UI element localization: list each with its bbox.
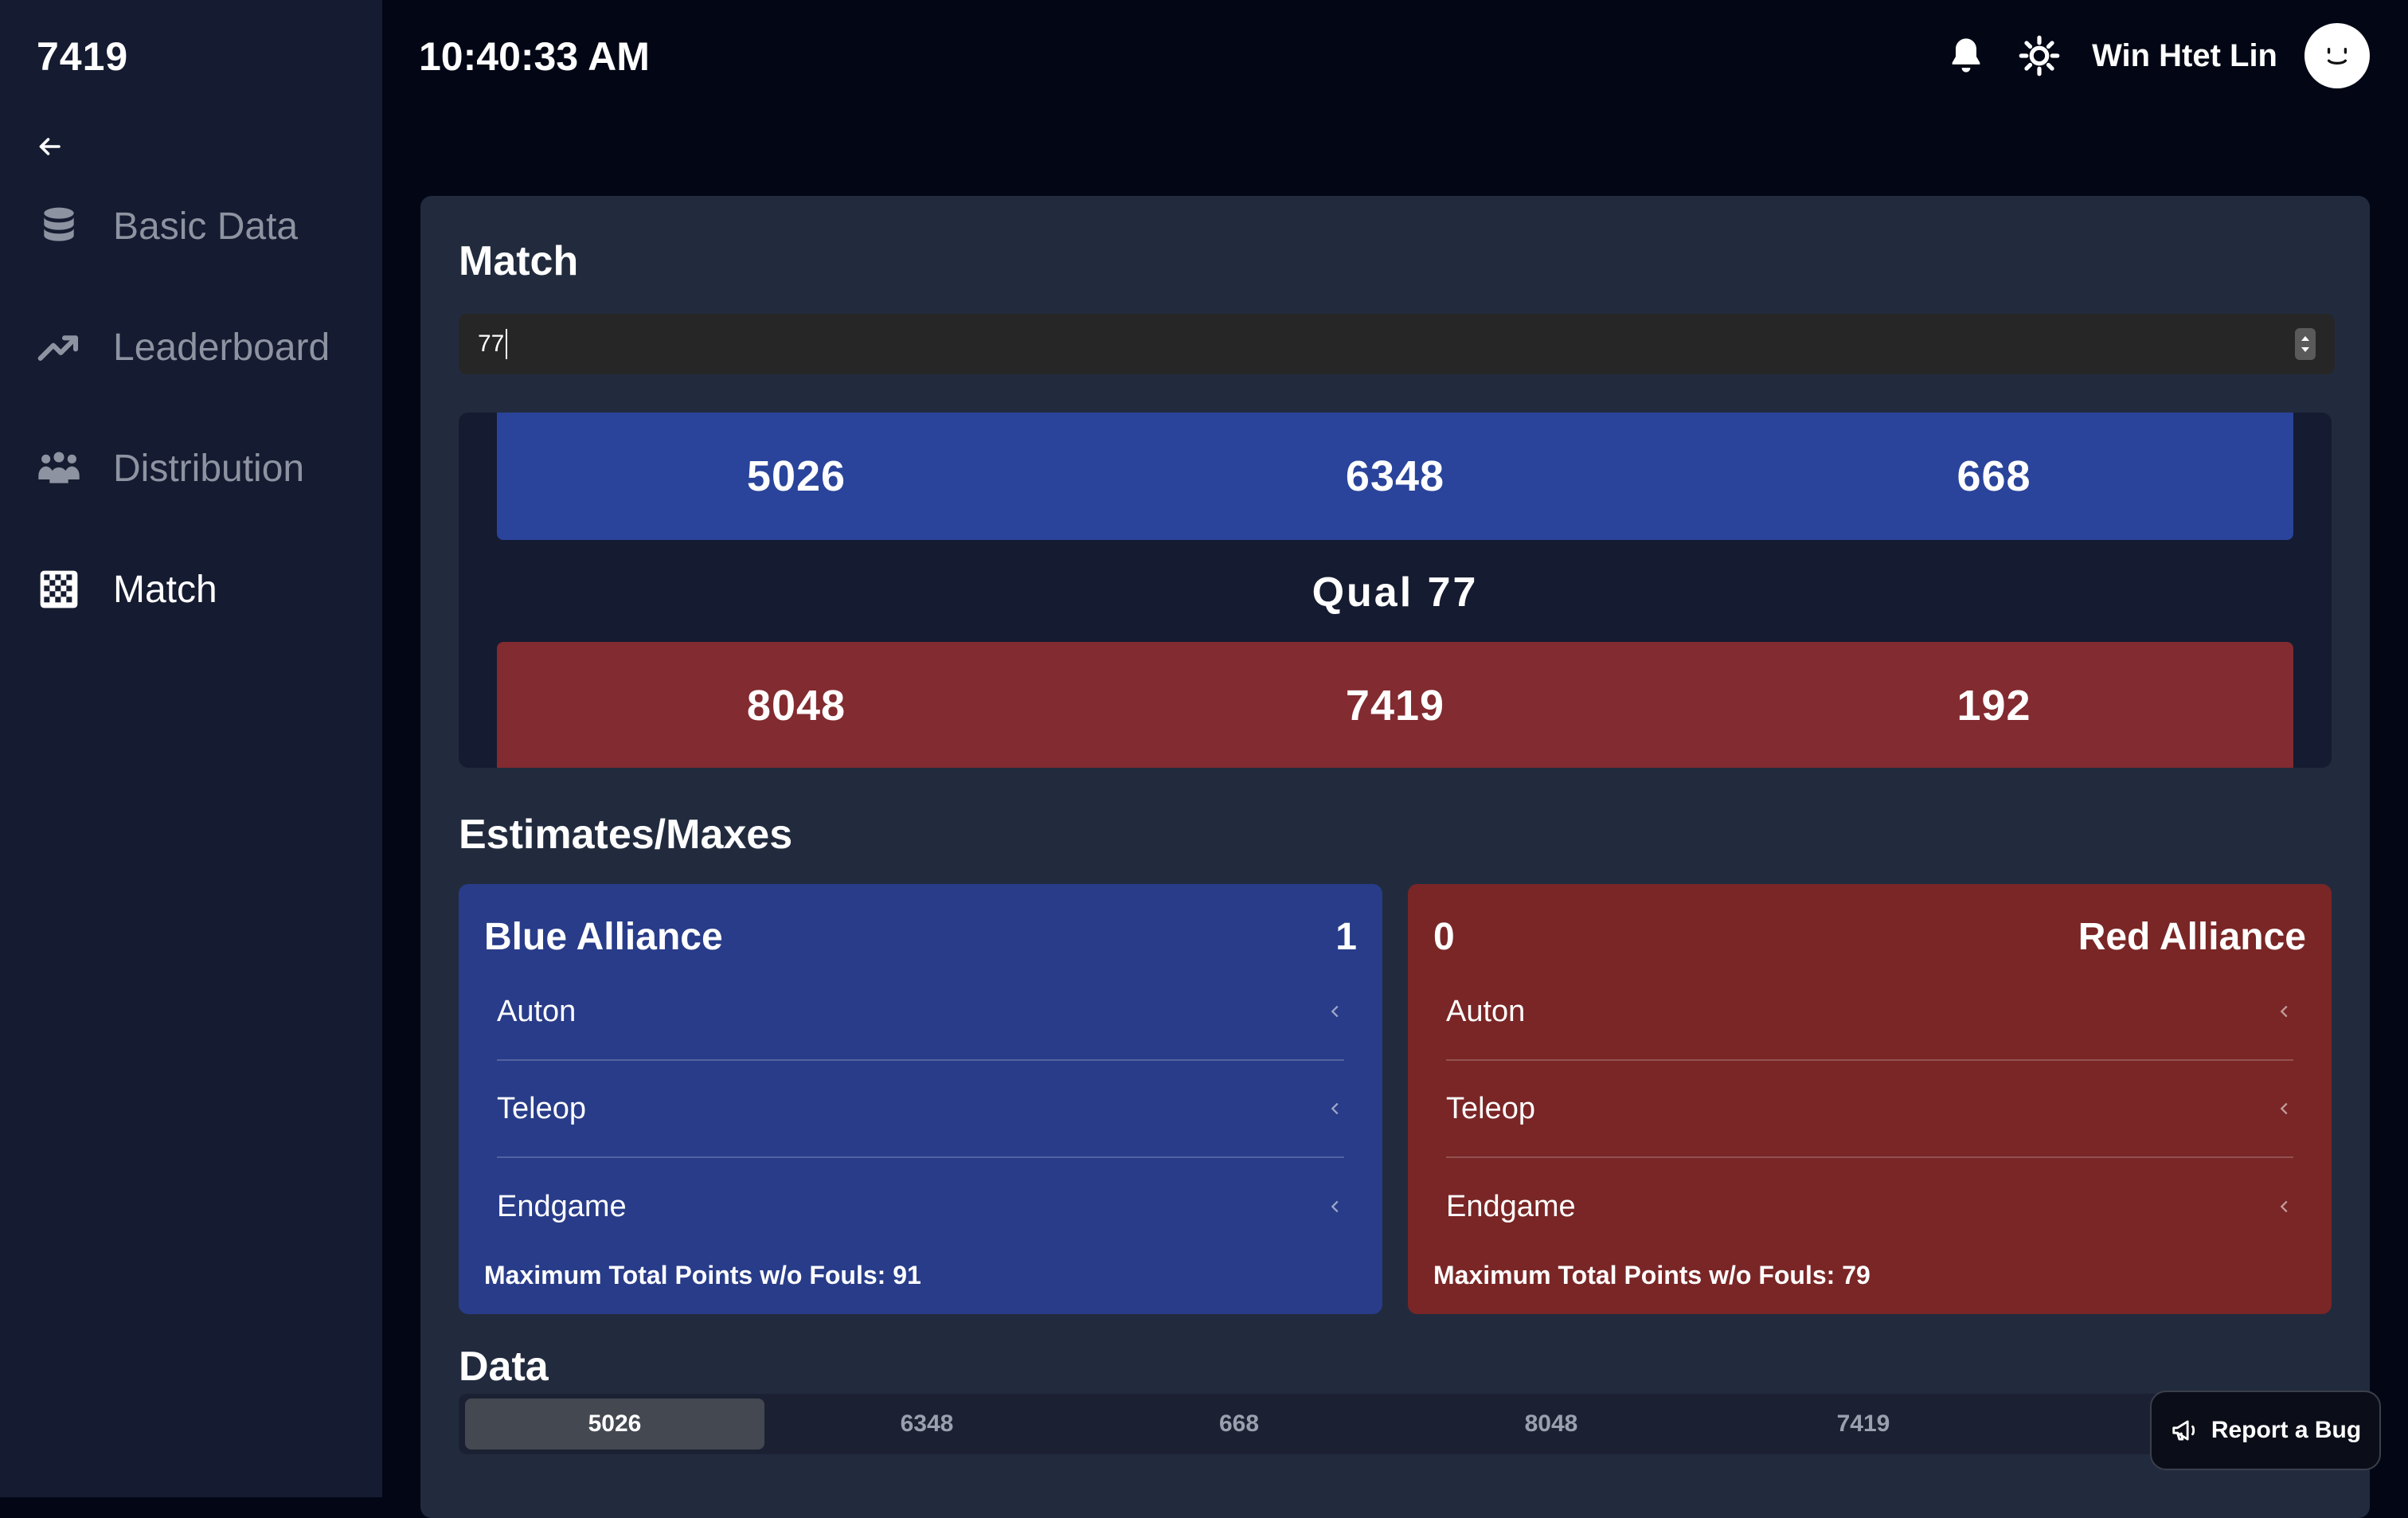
back-arrow-icon[interactable] bbox=[35, 132, 64, 161]
database-icon bbox=[37, 204, 81, 248]
user-name: Win Htet Lin bbox=[2092, 37, 2277, 73]
chevron-left-icon bbox=[2280, 1005, 2288, 1018]
red-alliance-score: 0 bbox=[1433, 915, 1455, 958]
sidebar-item-label: Leaderboard bbox=[113, 326, 330, 369]
red-endgame-accordion[interactable]: Endgame bbox=[1446, 1158, 2293, 1255]
red-alliance-teams: 8048 7419 192 bbox=[497, 642, 2293, 768]
sidebar-item-basic-data[interactable]: Basic Data bbox=[37, 194, 298, 258]
red-alliance-name: Red Alliance bbox=[2078, 915, 2306, 958]
blue-auton-accordion[interactable]: Auton bbox=[497, 964, 1344, 1061]
brand-title: 7419 bbox=[37, 34, 129, 79]
blue-alliance-teams: 5026 6348 668 bbox=[497, 413, 2293, 540]
estimates-title: Estimates/Maxes bbox=[459, 812, 793, 858]
chevron-left-icon bbox=[2280, 1200, 2288, 1213]
sidebar-item-distribution[interactable]: Distribution bbox=[37, 436, 304, 500]
red-max-points: Maximum Total Points w/o Fouls: 79 bbox=[1433, 1261, 1870, 1289]
data-title: Data bbox=[459, 1344, 549, 1390]
tab-team-7419[interactable]: 7419 bbox=[1714, 1399, 2013, 1450]
blue-teleop-accordion[interactable]: Teleop bbox=[497, 1061, 1344, 1158]
clock: 10:40:33 AM bbox=[419, 34, 650, 79]
chevron-left-icon bbox=[1331, 1102, 1339, 1115]
blue-alliance-score: 1 bbox=[1335, 915, 1357, 958]
blue-endgame-accordion[interactable]: Endgame bbox=[497, 1158, 1344, 1255]
report-bug-button[interactable]: Report a Bug bbox=[2150, 1391, 2381, 1470]
chevron-left-icon bbox=[2280, 1102, 2288, 1115]
red-alliance-card: 0 Red Alliance Auton Teleop Endgame Maxi… bbox=[1408, 884, 2332, 1314]
blue-alliance-card: Blue Alliance 1 Auton Teleop Endgame Max… bbox=[459, 884, 1382, 1314]
match-schedule: 5026 6348 668 Qual 77 8048 7419 192 bbox=[459, 413, 2332, 768]
report-bug-label: Report a Bug bbox=[2211, 1417, 2362, 1443]
blue-team-3[interactable]: 668 bbox=[1695, 413, 2293, 540]
blue-card-header: Blue Alliance 1 bbox=[484, 913, 1357, 960]
blue-team-2[interactable]: 6348 bbox=[1096, 413, 1695, 540]
trending-up-icon bbox=[37, 325, 81, 370]
accordion-label: Auton bbox=[1446, 994, 1526, 1028]
blue-team-1[interactable]: 5026 bbox=[497, 413, 1096, 540]
sidebar-item-label: Basic Data bbox=[113, 205, 299, 248]
team-data-tabs: 5026 6348 668 8048 7419 bbox=[459, 1394, 2332, 1454]
red-auton-accordion[interactable]: Auton bbox=[1446, 964, 2293, 1061]
blue-alliance-name: Blue Alliance bbox=[484, 915, 723, 958]
user-face-icon bbox=[2327, 48, 2347, 65]
topbar-actions: Win Htet Lin bbox=[1945, 22, 2370, 89]
match-number-input[interactable]: 77 bbox=[459, 314, 2335, 374]
qual-label: Qual 77 bbox=[1312, 569, 1479, 616]
chevron-left-icon bbox=[1331, 1005, 1339, 1018]
red-team-2[interactable]: 7419 bbox=[1096, 642, 1695, 768]
red-card-header: 0 Red Alliance bbox=[1433, 913, 2306, 960]
sidebar-item-leaderboard[interactable]: Leaderboard bbox=[37, 315, 330, 379]
accordion-label: Auton bbox=[497, 994, 577, 1028]
match-panel: Match 77 5026 6348 668 Qual 77 8048 7419… bbox=[420, 196, 2370, 1518]
sun-icon[interactable] bbox=[2019, 35, 2060, 76]
accordion-label: Endgame bbox=[1446, 1189, 1576, 1223]
sidebar-item-label: Distribution bbox=[113, 447, 305, 490]
megaphone-icon bbox=[2172, 1420, 2195, 1441]
number-stepper[interactable] bbox=[2295, 328, 2316, 360]
avatar[interactable] bbox=[2304, 23, 2370, 88]
accordion-label: Teleop bbox=[1446, 1091, 1535, 1125]
match-input-value: 77 bbox=[478, 331, 505, 357]
blue-max-points: Maximum Total Points w/o Fouls: 91 bbox=[484, 1261, 921, 1289]
accordion-label: Endgame bbox=[497, 1189, 627, 1223]
tab-team-668[interactable]: 668 bbox=[1089, 1399, 1389, 1450]
match-title: Match bbox=[459, 238, 579, 284]
tab-team-5026[interactable]: 5026 bbox=[465, 1399, 764, 1450]
tab-team-6348[interactable]: 6348 bbox=[777, 1399, 1077, 1450]
people-group-icon bbox=[37, 446, 81, 491]
bell-icon[interactable] bbox=[1945, 35, 1987, 76]
checkered-flag-icon bbox=[37, 567, 81, 612]
red-team-3[interactable]: 192 bbox=[1695, 642, 2293, 768]
tab-team-8048[interactable]: 8048 bbox=[1401, 1399, 1701, 1450]
sidebar-item-match[interactable]: Match bbox=[37, 558, 217, 621]
red-team-1[interactable]: 8048 bbox=[497, 642, 1096, 768]
text-caret bbox=[506, 329, 508, 359]
accordion-label: Teleop bbox=[497, 1091, 586, 1125]
sidebar: 7419 Basic Data Leaderboard Distribution bbox=[0, 0, 382, 1497]
chevron-left-icon bbox=[1331, 1200, 1339, 1213]
stepper-arrows-icon bbox=[2301, 336, 2309, 352]
red-teleop-accordion[interactable]: Teleop bbox=[1446, 1061, 2293, 1158]
sidebar-item-label: Match bbox=[113, 568, 217, 611]
